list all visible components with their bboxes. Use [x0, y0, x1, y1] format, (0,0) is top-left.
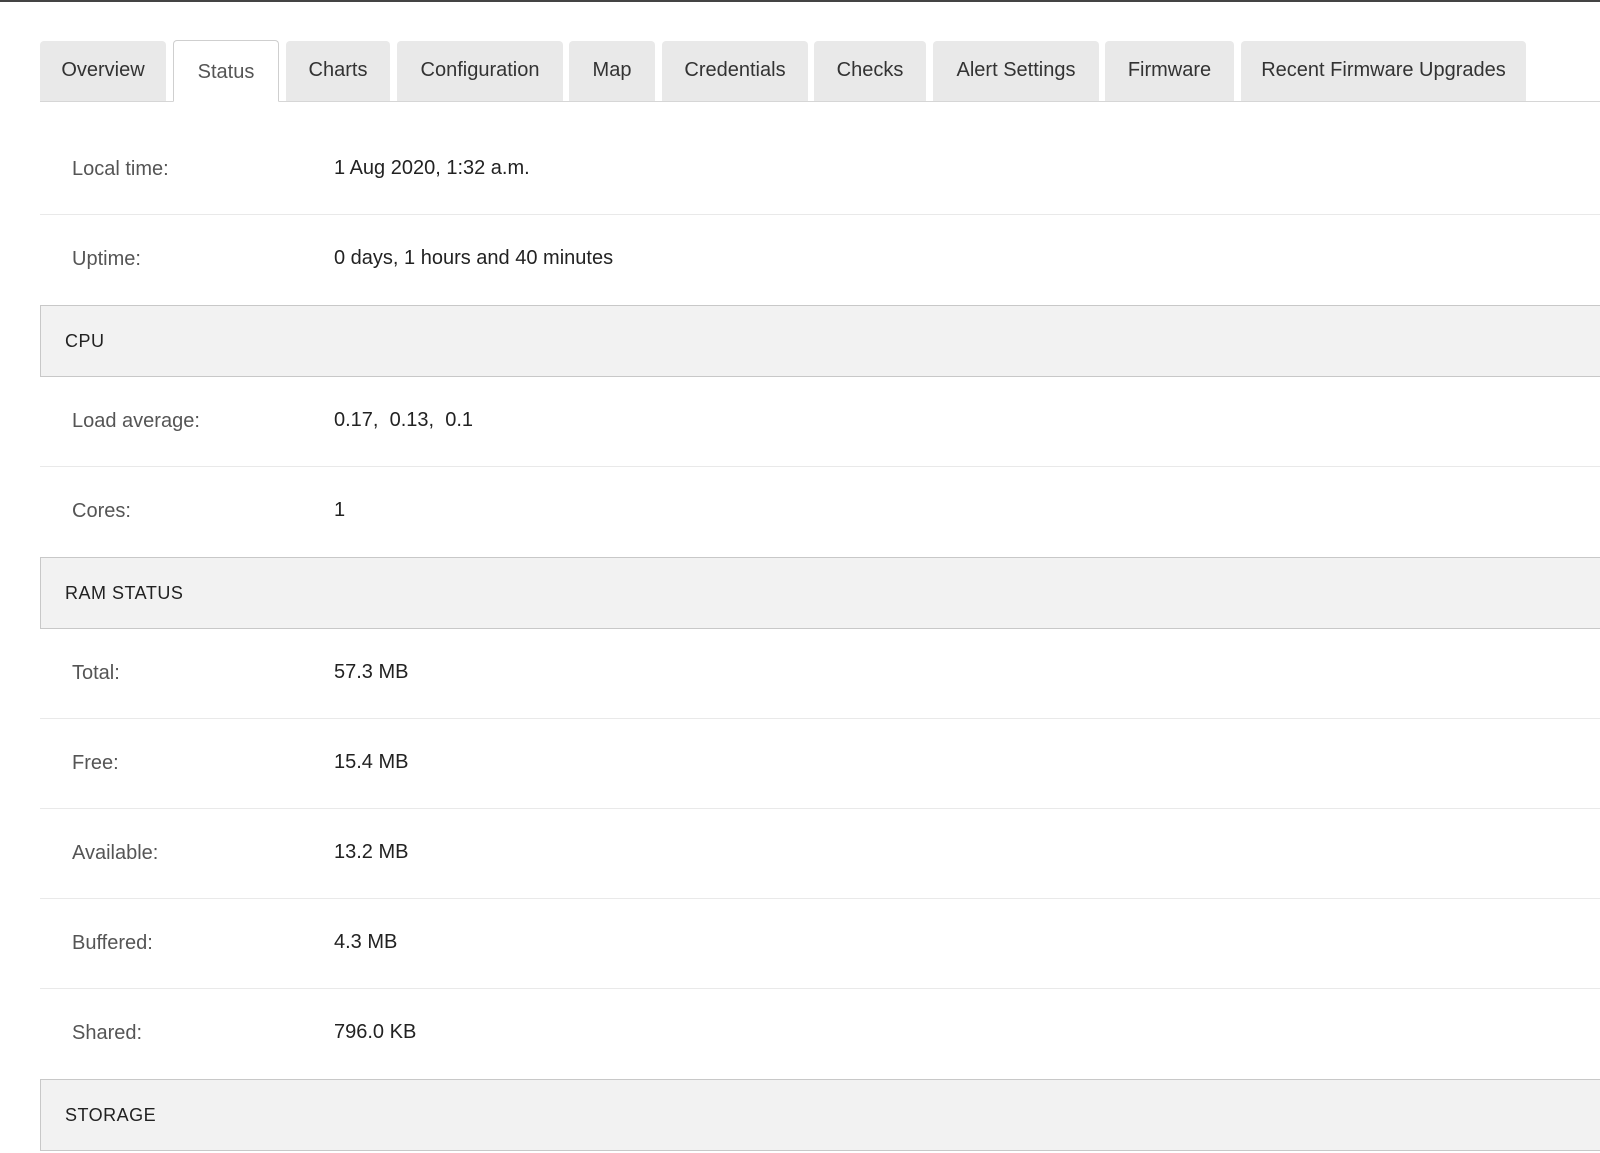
- local-time-label: Local time:: [72, 158, 169, 180]
- ram-total-value: 57.3 MB: [334, 661, 409, 683]
- cpu-section-title: CPU: [65, 331, 105, 351]
- load-average-value: 0.17, 0.13, 0.1: [334, 409, 473, 431]
- cores-row: Cores: 1: [40, 467, 1600, 557]
- tab-map[interactable]: Map: [569, 41, 655, 101]
- ram-total-label: Total:: [72, 662, 120, 684]
- storage-section-header: STORAGE: [40, 1079, 1600, 1151]
- ram-shared-row: Shared: 796.0 KB: [40, 989, 1600, 1079]
- ram-status-section-title: RAM STATUS: [65, 583, 184, 603]
- load-average-row: Load average: 0.17, 0.13, 0.1: [40, 377, 1600, 467]
- ram-buffered-row: Buffered: 4.3 MB: [40, 899, 1600, 989]
- tab-overview[interactable]: Overview: [40, 41, 166, 101]
- tab-alert-settings[interactable]: Alert Settings: [933, 41, 1099, 101]
- ram-buffered-label: Buffered:: [72, 932, 153, 954]
- cpu-section-header: CPU: [40, 305, 1600, 377]
- local-time-row: Local time: 1 Aug 2020, 1:32 a.m.: [40, 125, 1600, 215]
- uptime-row: Uptime: 0 days, 1 hours and 40 minutes: [40, 215, 1600, 305]
- tab-firmware[interactable]: Firmware: [1105, 41, 1234, 101]
- ram-available-row: Available: 13.2 MB: [40, 809, 1600, 899]
- ram-shared-value: 796.0 KB: [334, 1021, 417, 1043]
- top-border: [0, 0, 1600, 2]
- tab-credentials[interactable]: Credentials: [662, 41, 808, 101]
- ram-status-section-header: RAM STATUS: [40, 557, 1600, 629]
- tab-recent-firmware-upgrades[interactable]: Recent Firmware Upgrades: [1241, 41, 1526, 101]
- cores-label: Cores:: [72, 500, 131, 522]
- ram-available-label: Available:: [72, 842, 159, 864]
- tab-charts[interactable]: Charts: [286, 41, 390, 101]
- local-time-value: 1 Aug 2020, 1:32 a.m.: [334, 157, 530, 179]
- ram-total-row: Total: 57.3 MB: [40, 629, 1600, 719]
- storage-section-title: STORAGE: [65, 1105, 157, 1125]
- tab-configuration[interactable]: Configuration: [397, 41, 563, 101]
- uptime-label: Uptime:: [72, 248, 141, 270]
- ram-available-value: 13.2 MB: [334, 841, 409, 863]
- device-tab-bar: Overview Status Charts Configuration Map…: [40, 40, 1600, 102]
- ram-free-label: Free:: [72, 752, 119, 774]
- ram-shared-label: Shared:: [72, 1022, 143, 1044]
- ram-free-value: 15.4 MB: [334, 751, 409, 773]
- cores-value: 1: [334, 499, 346, 521]
- status-panel: Local time: 1 Aug 2020, 1:32 a.m. Uptime…: [40, 125, 1600, 1151]
- tab-checks[interactable]: Checks: [814, 41, 926, 101]
- ram-buffered-value: 4.3 MB: [334, 931, 398, 953]
- tab-status[interactable]: Status: [173, 40, 279, 102]
- uptime-value: 0 days, 1 hours and 40 minutes: [334, 247, 614, 269]
- load-average-label: Load average:: [72, 410, 200, 432]
- ram-free-row: Free: 15.4 MB: [40, 719, 1600, 809]
